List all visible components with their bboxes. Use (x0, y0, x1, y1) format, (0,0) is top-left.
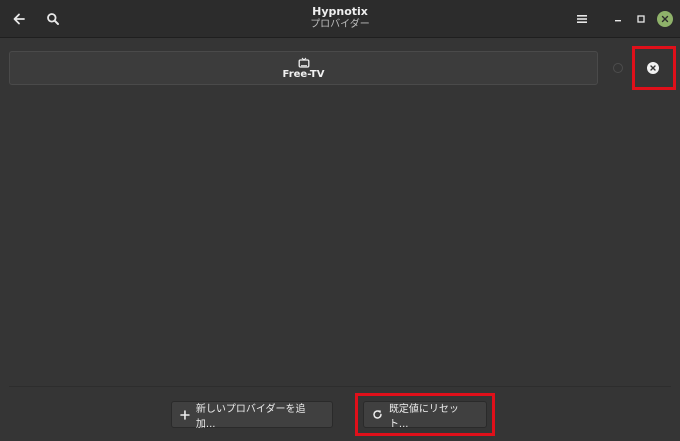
provider-name: Free-TV (282, 68, 325, 80)
reset-defaults-button[interactable]: 既定値にリセット... (363, 401, 487, 430)
maximize-button[interactable] (631, 9, 651, 29)
provider-item[interactable]: Free-TV (9, 51, 598, 85)
header-bar: Hypnotix プロバイダー (0, 0, 680, 38)
remove-icon (647, 62, 659, 74)
menu-button[interactable] (569, 6, 595, 32)
add-provider-button[interactable]: 新しいプロバイダーを追加... (171, 401, 333, 430)
tv-icon (298, 57, 309, 68)
bottom-separator (9, 386, 671, 387)
minimize-button[interactable] (608, 9, 628, 29)
reset-defaults-label: 既定値にリセット... (388, 403, 459, 430)
add-provider-label: 新しいプロバイダーを追加... (195, 403, 306, 430)
remove-provider-button[interactable] (643, 58, 663, 78)
close-icon (657, 11, 673, 27)
refresh-icon (373, 410, 382, 419)
maximize-icon (637, 15, 645, 23)
search-icon (47, 13, 59, 25)
plus-icon (180, 409, 190, 420)
back-button[interactable] (6, 6, 32, 32)
search-button[interactable] (40, 6, 66, 32)
back-arrow-icon (13, 13, 25, 25)
hamburger-menu-icon (577, 15, 587, 23)
app-window: Hypnotix プロバイダー Free-TV 新しいプロバイダーを追加... … (0, 0, 680, 441)
close-button[interactable] (655, 9, 675, 29)
provider-radio[interactable] (613, 63, 623, 73)
minimize-icon (615, 20, 621, 22)
